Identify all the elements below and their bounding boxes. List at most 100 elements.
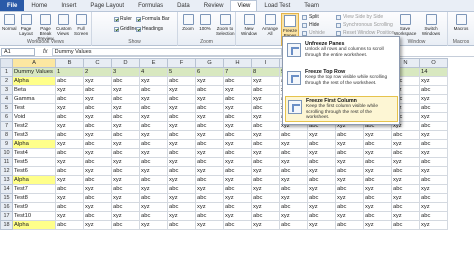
- grid-cell[interactable]: xyz: [111, 139, 140, 149]
- grid-cell[interactable]: xyz: [363, 148, 392, 158]
- grid-cell[interactable]: abc: [223, 220, 252, 230]
- grid-cell[interactable]: abc: [223, 112, 252, 122]
- grid-cell[interactable]: xyz: [223, 139, 252, 149]
- grid-cell[interactable]: xyz: [83, 202, 112, 212]
- grid-cell[interactable]: abc: [251, 157, 280, 167]
- grid-cell[interactable]: xyz: [223, 211, 252, 221]
- grid-cell[interactable]: abc: [111, 166, 140, 176]
- grid-cell[interactable]: abc: [279, 184, 308, 194]
- grid-cell[interactable]: abc: [167, 112, 196, 122]
- row-header[interactable]: 9: [0, 139, 13, 149]
- grid-cell[interactable]: abc: [419, 157, 448, 167]
- column-header[interactable]: A: [12, 58, 56, 68]
- grid-cell[interactable]: abc: [251, 139, 280, 149]
- grid-cell[interactable]: xyz: [195, 220, 224, 230]
- view-side-by-side-button[interactable]: View Side by Side: [336, 14, 383, 20]
- grid-cell[interactable]: abc: [139, 211, 168, 221]
- grid-cell[interactable]: abc: [139, 175, 168, 185]
- grid-cell[interactable]: 4: [139, 67, 168, 77]
- grid-cell[interactable]: 2: [83, 67, 112, 77]
- select-all-corner[interactable]: [0, 58, 13, 68]
- row-header[interactable]: 2: [0, 76, 13, 86]
- grid-cell[interactable]: xyz: [139, 76, 168, 86]
- grid-cell[interactable]: xyz: [251, 130, 280, 140]
- grid-cell[interactable]: abc: [55, 130, 84, 140]
- tab-view[interactable]: View: [230, 0, 258, 11]
- tab-file[interactable]: File: [0, 0, 25, 11]
- row-header[interactable]: 18: [0, 220, 13, 230]
- formula-input[interactable]: Dummy Values: [51, 47, 282, 56]
- grid-cell[interactable]: xyz: [363, 130, 392, 140]
- grid-cell[interactable]: xyz: [139, 220, 168, 230]
- grid-cell[interactable]: abc: [167, 166, 196, 176]
- arrange-all-button[interactable]: Arrange All: [261, 14, 279, 36]
- grid-cell[interactable]: xyz: [55, 85, 84, 95]
- switch-windows-button[interactable]: Switch Windows: [419, 14, 443, 36]
- grid-cell[interactable]: xyz: [111, 211, 140, 221]
- grid-cell[interactable]: xyz: [419, 76, 448, 86]
- grid-cell[interactable]: xyz: [307, 130, 336, 140]
- column-header[interactable]: H: [223, 58, 252, 68]
- grid-cell[interactable]: xyz: [391, 193, 420, 203]
- grid-cell[interactable]: xyz: [391, 175, 420, 185]
- grid-cell[interactable]: xyz: [307, 166, 336, 176]
- function-icon[interactable]: fx: [43, 49, 48, 55]
- grid-cell[interactable]: xyz: [167, 121, 196, 131]
- grid-cell[interactable]: abc: [55, 76, 84, 86]
- row-label-cell[interactable]: Beta: [12, 85, 56, 95]
- grid-cell[interactable]: xyz: [391, 139, 420, 149]
- grid-cell[interactable]: xyz: [55, 139, 84, 149]
- freeze-first-column-item[interactable]: Freeze First Column Keep the first colum…: [285, 96, 398, 122]
- grid-cell[interactable]: xyz: [363, 220, 392, 230]
- grid-cell[interactable]: abc: [139, 103, 168, 113]
- grid-cell[interactable]: abc: [83, 157, 112, 167]
- grid-cell[interactable]: xyz: [167, 85, 196, 95]
- grid-cell[interactable]: xyz: [307, 202, 336, 212]
- grid-cell[interactable]: abc: [167, 220, 196, 230]
- grid-cell[interactable]: abc: [335, 220, 364, 230]
- row-label-cell[interactable]: Test9: [12, 202, 56, 212]
- grid-cell[interactable]: xyz: [251, 112, 280, 122]
- grid-cell[interactable]: xyz: [139, 184, 168, 194]
- grid-cell[interactable]: abc: [279, 202, 308, 212]
- grid-cell[interactable]: xyz: [419, 112, 448, 122]
- grid-cell[interactable]: xyz: [139, 202, 168, 212]
- grid-cell[interactable]: abc: [111, 76, 140, 86]
- grid-cell[interactable]: xyz: [419, 166, 448, 176]
- grid-cell[interactable]: xyz: [223, 175, 252, 185]
- grid-cell[interactable]: abc: [363, 175, 392, 185]
- grid-cell[interactable]: abc: [419, 121, 448, 131]
- row-header[interactable]: 16: [0, 202, 13, 212]
- grid-cell[interactable]: 7: [223, 67, 252, 77]
- zoom-to-selection-button[interactable]: Zoom to Selection: [216, 14, 235, 36]
- grid-cell[interactable]: xyz: [251, 148, 280, 158]
- grid-cell[interactable]: xyz: [139, 94, 168, 104]
- grid-cell[interactable]: abc: [55, 202, 84, 212]
- grid-cell[interactable]: abc: [111, 148, 140, 158]
- grid-cell[interactable]: xyz: [111, 121, 140, 131]
- row-header[interactable]: 14: [0, 184, 13, 194]
- grid-cell[interactable]: abc: [251, 121, 280, 131]
- full-screen-button[interactable]: Full Screen: [74, 14, 88, 36]
- grid-cell[interactable]: xyz: [167, 193, 196, 203]
- tab-page-layout[interactable]: Page Layout: [83, 0, 131, 11]
- tab-insert[interactable]: Insert: [54, 0, 83, 11]
- grid-cell[interactable]: xyz: [279, 193, 308, 203]
- grid-cell[interactable]: xyz: [83, 148, 112, 158]
- grid-cell[interactable]: abc: [167, 130, 196, 140]
- grid-cell[interactable]: abc: [167, 76, 196, 86]
- row-label-cell[interactable]: Alpha: [12, 220, 56, 230]
- grid-cell[interactable]: abc: [111, 94, 140, 104]
- freeze-top-row-item[interactable]: Freeze Top Row Keep the top row visible …: [285, 68, 398, 94]
- row-header[interactable]: 3: [0, 85, 13, 95]
- normal-view-button[interactable]: Normal: [2, 14, 17, 31]
- grid-cell[interactable]: xyz: [251, 220, 280, 230]
- grid-cell[interactable]: abc: [195, 139, 224, 149]
- grid-cell[interactable]: abc: [167, 94, 196, 104]
- grid-cell[interactable]: abc: [55, 148, 84, 158]
- grid-cell[interactable]: 1: [55, 67, 84, 77]
- grid-cell[interactable]: abc: [111, 220, 140, 230]
- grid-cell[interactable]: xyz: [307, 148, 336, 158]
- grid-cell[interactable]: abc: [55, 220, 84, 230]
- grid-cell[interactable]: abc: [223, 166, 252, 176]
